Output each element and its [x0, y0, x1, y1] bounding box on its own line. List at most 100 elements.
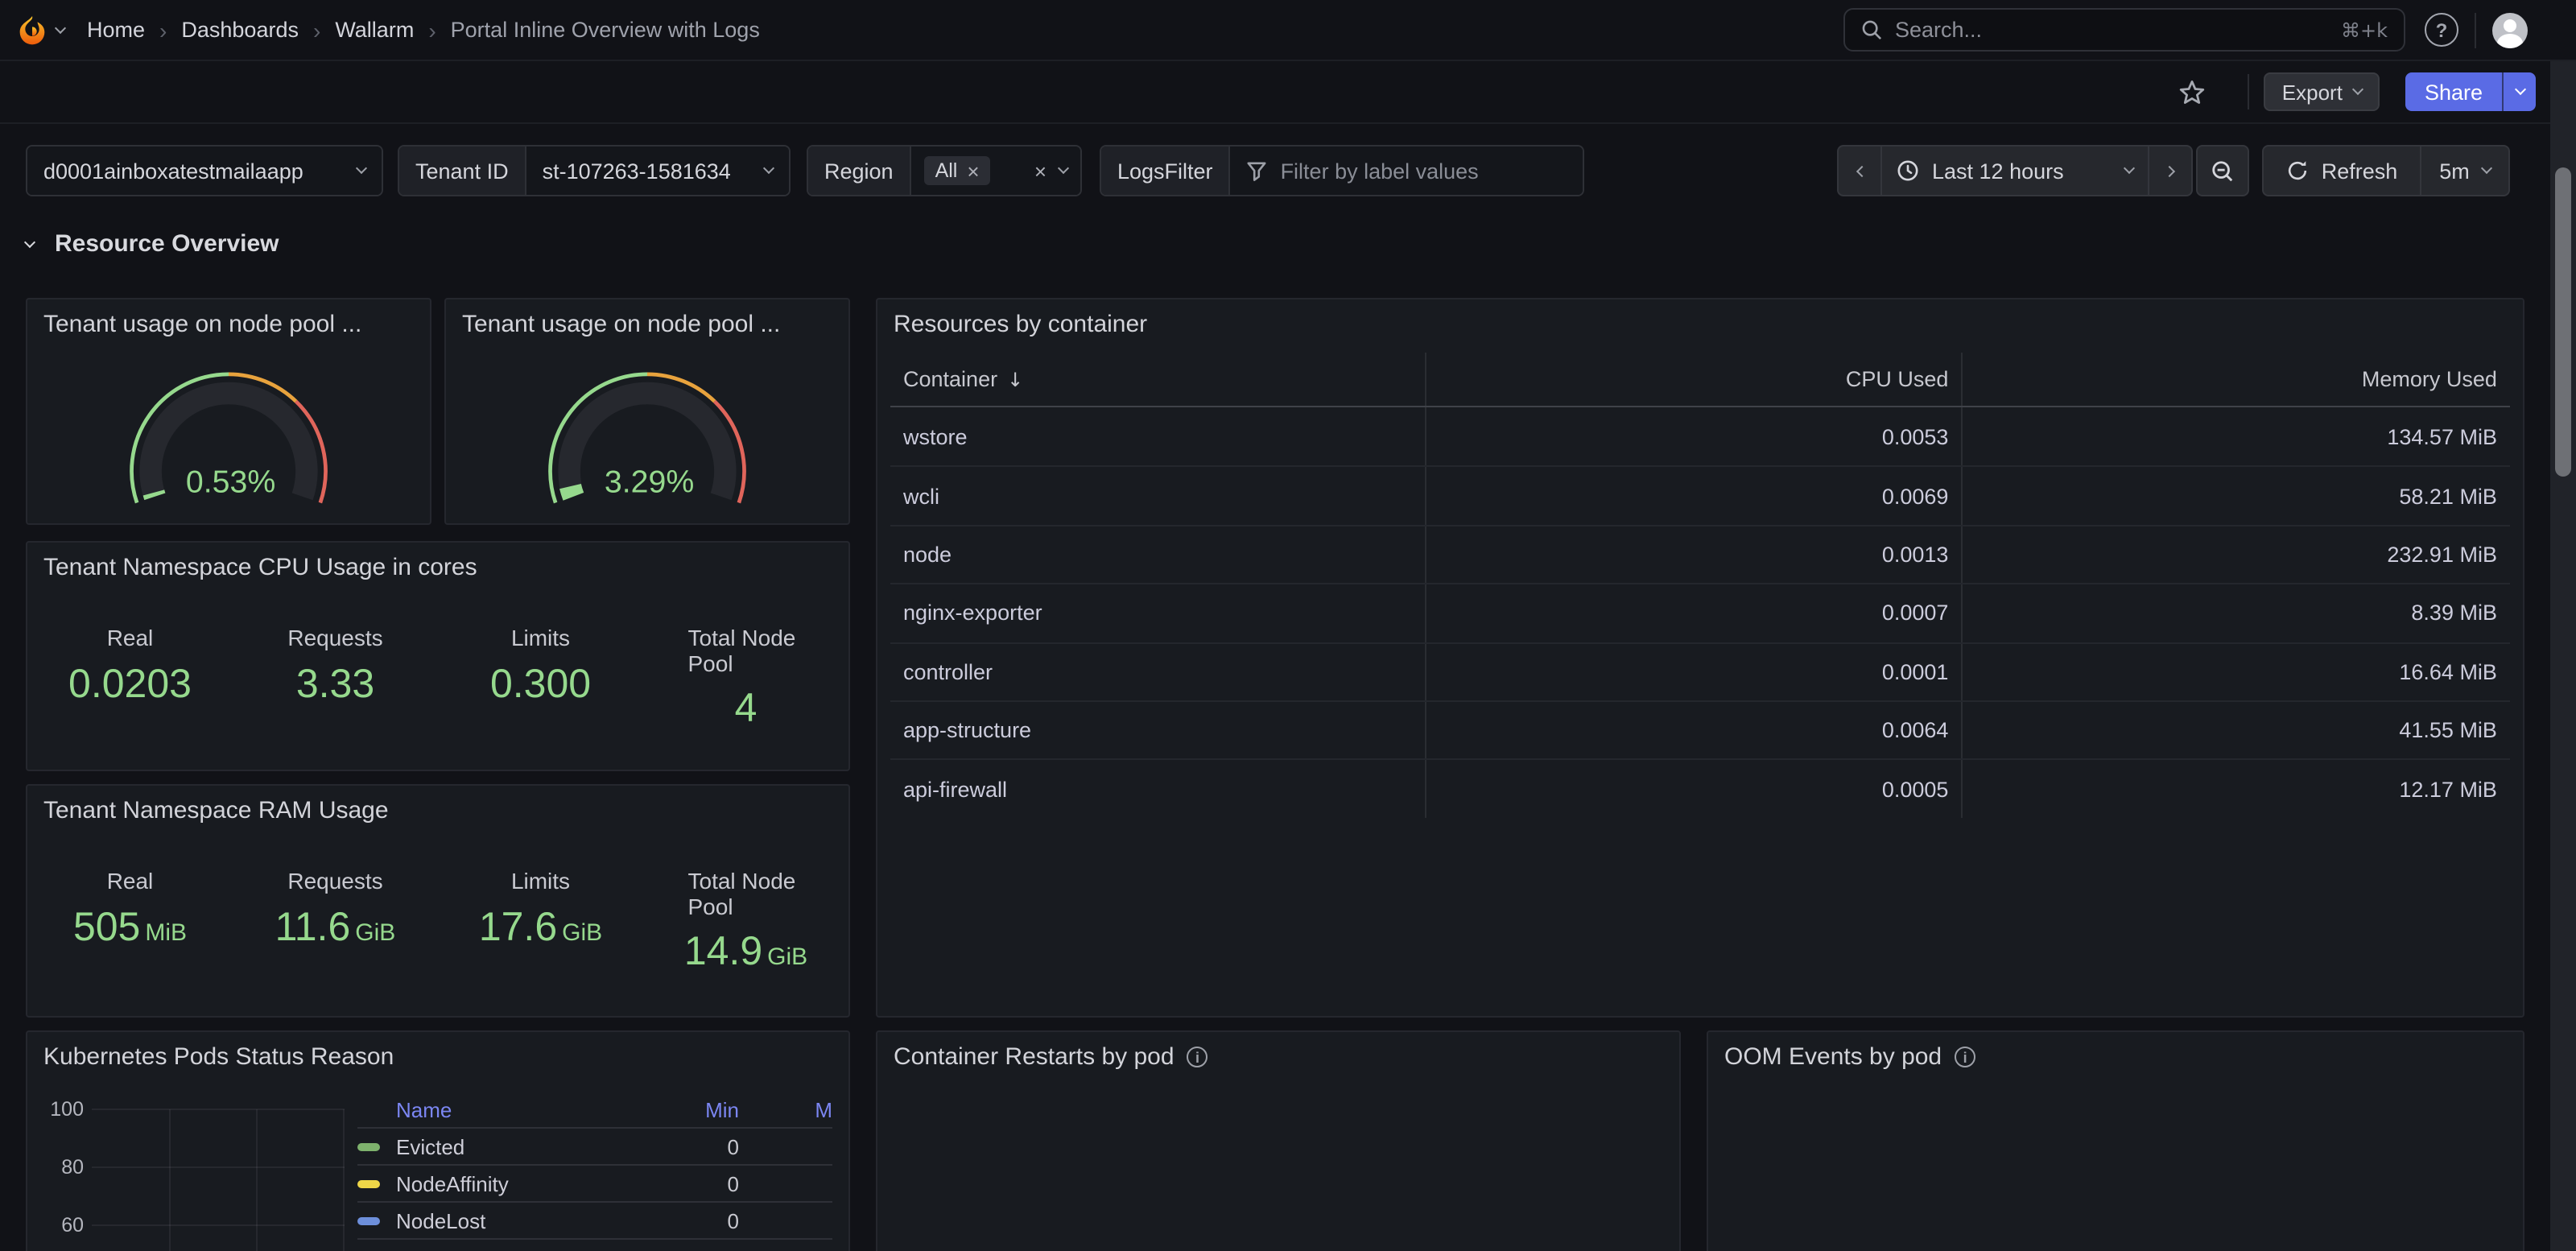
- table-row[interactable]: api-firewall 0.0005 12.17 MiB: [890, 759, 2510, 818]
- panel-container-restarts[interactable]: Container Restarts by pod i: [876, 1030, 1681, 1251]
- tenant-variable-select[interactable]: Tenant ID st-107263-1581634: [398, 145, 791, 196]
- chevron-down-icon: [763, 163, 774, 174]
- refresh-icon: [2286, 159, 2309, 182]
- table-row[interactable]: wstore 0.0053 134.57 MiB: [890, 407, 2510, 466]
- table-row[interactable]: node 0.0013 232.91 MiB: [890, 525, 2510, 584]
- info-icon[interactable]: i: [1955, 1047, 1975, 1067]
- region-chip[interactable]: All ×: [924, 156, 991, 185]
- y-axis-tick: 60: [39, 1214, 84, 1237]
- column-header-memory[interactable]: Memory Used: [1963, 353, 2510, 406]
- legend-header-max[interactable]: M: [762, 1098, 832, 1122]
- series-color-swatch: [357, 1216, 380, 1224]
- table-row[interactable]: wcli 0.0069 58.21 MiB: [890, 466, 2510, 525]
- panel-gauge-node-pool-2[interactable]: Tenant usage on node pool ... 3.29%: [444, 298, 850, 525]
- table-row[interactable]: nginx-exporter 0.0007 8.39 MiB: [890, 583, 2510, 642]
- help-icon[interactable]: ?: [2425, 13, 2458, 47]
- refresh-button[interactable]: Refresh: [2264, 147, 2420, 195]
- time-shift-back-button[interactable]: [1839, 147, 1880, 195]
- legend-item[interactable]: NodeLost 0: [357, 1201, 832, 1238]
- app-variable-value: d0001ainboxatestmailaapp: [43, 159, 303, 183]
- panel-cpu-usage[interactable]: Tenant Namespace CPU Usage in cores Real…: [26, 541, 850, 771]
- cell-memory: 41.55 MiB: [1963, 702, 2510, 759]
- scrollbar-track[interactable]: [2550, 61, 2576, 1251]
- export-button[interactable]: Export: [2264, 72, 2380, 111]
- panel-pods-status-reason[interactable]: Kubernetes Pods Status Reason 100 80 60 …: [26, 1030, 850, 1251]
- breadcrumb-dashboards[interactable]: Dashboards: [181, 18, 299, 42]
- legend-header-name[interactable]: Name: [396, 1098, 671, 1122]
- series-name: NodeAffinity: [396, 1171, 671, 1195]
- panel-title[interactable]: Tenant Namespace RAM Usage: [27, 786, 848, 832]
- breadcrumb-folder[interactable]: Wallarm: [335, 18, 414, 42]
- search-field[interactable]: [1895, 18, 2328, 42]
- series-color-swatch: [357, 1142, 380, 1150]
- clear-all-icon[interactable]: ×: [1034, 160, 1046, 181]
- logs-filter-input[interactable]: [1281, 159, 1554, 183]
- column-header-container[interactable]: Container ↓: [890, 353, 1426, 406]
- panel-oom-events[interactable]: OOM Events by pod i: [1707, 1030, 2524, 1251]
- time-range-label: Last 12 hours: [1932, 159, 2064, 183]
- time-shift-forward-button[interactable]: [2148, 147, 2191, 195]
- column-header-cpu[interactable]: CPU Used: [1426, 353, 1963, 406]
- breadcrumb-separator: ›: [159, 17, 167, 43]
- top-nav: Home › Dashboards › Wallarm › Portal Inl…: [0, 0, 2576, 61]
- share-button[interactable]: Share: [2405, 72, 2502, 111]
- collapse-chevron-icon: [24, 236, 35, 247]
- breadcrumb-separator: ›: [428, 17, 436, 43]
- chevron-down-icon: [2481, 163, 2492, 174]
- series-min: 0: [671, 1134, 762, 1158]
- panel-title[interactable]: Container Restarts by pod i: [877, 1032, 1679, 1079]
- dashboard-toolbar: Export Share: [0, 61, 2576, 124]
- time-controls: Last 12 hours Refresh 5m: [1837, 145, 2510, 196]
- export-label: Export: [2282, 80, 2343, 104]
- y-axis-tick: 80: [39, 1156, 84, 1179]
- stat-limits: Limits 17.6GiB: [438, 868, 643, 976]
- chevron-down-icon: [2514, 84, 2525, 95]
- panel-title[interactable]: OOM Events by pod i: [1708, 1032, 2523, 1079]
- panel-title[interactable]: Resources by container: [877, 299, 2523, 346]
- legend-item[interactable]: NodeAffinity 0: [357, 1164, 832, 1201]
- panel-resources-by-container[interactable]: Resources by container Container ↓ CPU U…: [876, 298, 2524, 1018]
- panel-title[interactable]: Tenant usage on node pool ...: [27, 299, 430, 346]
- panel-ram-usage[interactable]: Tenant Namespace RAM Usage Real 505MiB R…: [26, 784, 850, 1018]
- zoom-out-button[interactable]: [2196, 145, 2249, 196]
- time-range-picker[interactable]: Last 12 hours: [1880, 147, 2148, 195]
- org-switcher-chevron-icon[interactable]: [55, 22, 66, 33]
- app-variable-select[interactable]: d0001ainboxatestmailaapp: [26, 145, 383, 196]
- row-resource-overview[interactable]: Resource Overview: [26, 230, 2550, 258]
- table-row[interactable]: controller 0.0001 16.64 MiB: [890, 642, 2510, 700]
- nav-divider: [2475, 12, 2476, 47]
- scrollbar-thumb[interactable]: [2555, 167, 2571, 477]
- section-title: Resource Overview: [55, 230, 279, 258]
- cell-memory: 8.39 MiB: [1963, 584, 2510, 642]
- region-variable-select[interactable]: Region All × ×: [807, 145, 1082, 196]
- cell-container: wstore: [890, 407, 1426, 466]
- panel-title[interactable]: Tenant Namespace CPU Usage in cores: [27, 543, 848, 589]
- region-chip-label: All: [935, 159, 958, 182]
- grafana-logo-icon[interactable]: [16, 14, 48, 46]
- filter-funnel-icon: [1247, 160, 1268, 181]
- toolbar-divider: [2248, 74, 2250, 109]
- info-icon[interactable]: i: [1187, 1047, 1208, 1067]
- panel-title[interactable]: Tenant usage on node pool ...: [446, 299, 848, 346]
- avatar[interactable]: [2492, 12, 2528, 47]
- legend-item[interactable]: Evicted 0: [357, 1127, 832, 1164]
- cell-cpu: 0.0053: [1426, 407, 1963, 466]
- refresh-interval-select[interactable]: 5m: [2420, 147, 2508, 195]
- chevron-down-icon: [2352, 84, 2363, 95]
- gauge-value-text: 3.29%: [605, 464, 694, 499]
- series-min: 0: [671, 1208, 762, 1232]
- cell-container: api-firewall: [890, 761, 1426, 818]
- chip-close-icon[interactable]: ×: [967, 160, 979, 181]
- legend-header-min[interactable]: Min: [671, 1098, 762, 1122]
- search-input[interactable]: ⌘+k: [1843, 8, 2405, 52]
- logs-filter[interactable]: LogsFilter: [1100, 145, 1584, 196]
- star-icon[interactable]: [2179, 78, 2207, 105]
- breadcrumb-home[interactable]: Home: [87, 18, 145, 42]
- breadcrumb-current: Portal Inline Overview with Logs: [451, 18, 760, 42]
- panel-gauge-node-pool-1[interactable]: Tenant usage on node pool ... 0.53%: [26, 298, 431, 525]
- table-row[interactable]: app-structure 0.0064 41.55 MiB: [890, 700, 2510, 759]
- sort-desc-icon: ↓: [1007, 368, 1023, 390]
- series-min: 0: [671, 1171, 762, 1195]
- stat-real: Real 0.0203: [27, 625, 233, 733]
- share-menu-button[interactable]: [2502, 72, 2536, 111]
